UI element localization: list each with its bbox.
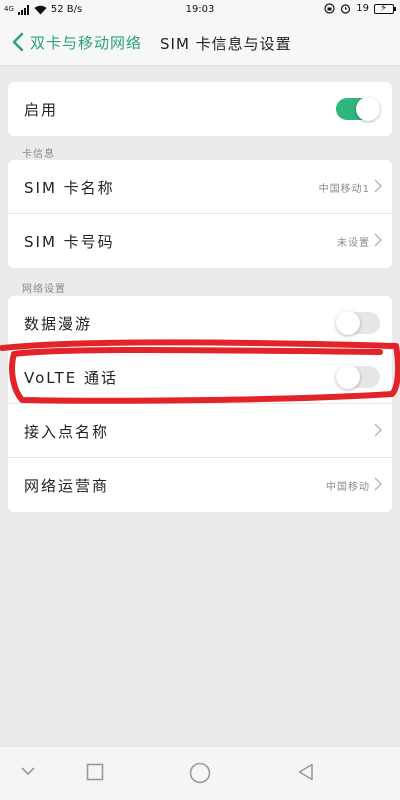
enable-label: 启用 <box>24 101 59 119</box>
status-bar: 4G 52 B/s 19:03 19 ⚡ <box>0 0 400 22</box>
back-label: 双卡与移动网络 <box>30 33 143 52</box>
network-section-label: 网络设置 <box>22 284 66 295</box>
square-icon[interactable] <box>86 763 104 781</box>
data-roaming-row: 数据漫游 <box>8 296 392 350</box>
enable-toggle[interactable] <box>336 97 380 121</box>
triangle-back-icon[interactable] <box>297 763 315 781</box>
sim-number-row[interactable]: SIM 卡号码 未设置 <box>8 214 392 268</box>
lock-rotation-icon <box>324 3 335 14</box>
navigation-bar <box>0 746 400 800</box>
screen: 4G 52 B/s 19:03 19 ⚡ 双卡与移动网络 SIM 卡信息与设置 … <box>0 0 400 800</box>
toggle-knob <box>356 97 380 121</box>
carrier-row[interactable]: 网络运营商 中国移动 <box>8 458 392 512</box>
sim-name-label: SIM 卡名称 <box>24 179 115 197</box>
data-roaming-label: 数据漫游 <box>24 315 93 333</box>
sim-number-value: 未设置 <box>337 238 370 249</box>
enable-row: 启用 <box>8 82 392 136</box>
volte-label: VoLTE 通话 <box>24 369 118 387</box>
card-info-section-label: 卡信息 <box>22 149 55 160</box>
carrier-label: 网络运营商 <box>24 477 110 495</box>
apn-row[interactable]: 接入点名称 <box>8 404 392 458</box>
network-card: 数据漫游 VoLTE 通话 接入点名称 网络运营商 中国移动 <box>8 296 392 512</box>
circle-icon[interactable] <box>189 762 211 784</box>
carrier-value: 中国移动 <box>326 482 370 493</box>
battery-icon: ⚡ <box>374 3 396 14</box>
status-right: 19 ⚡ <box>324 3 396 14</box>
title-bar: 双卡与移动网络 SIM 卡信息与设置 <box>0 22 400 66</box>
apn-label: 接入点名称 <box>24 423 110 441</box>
volte-row: VoLTE 通话 <box>8 350 392 404</box>
chevron-left-icon <box>12 32 24 52</box>
back-button[interactable]: 双卡与移动网络 <box>10 31 142 53</box>
chevron-right-icon <box>374 477 382 491</box>
enable-card: 启用 <box>8 82 392 136</box>
toggle-knob <box>336 365 360 389</box>
chevron-down-icon[interactable] <box>20 765 36 777</box>
battery-percent: 19 <box>356 3 369 14</box>
volte-toggle[interactable] <box>336 365 380 389</box>
toggle-knob <box>336 311 360 335</box>
sim-name-row[interactable]: SIM 卡名称 中国移动1 <box>8 160 392 214</box>
card-info-card: SIM 卡名称 中国移动1 SIM 卡号码 未设置 <box>8 160 392 268</box>
sim-number-label: SIM 卡号码 <box>24 233 115 251</box>
chevron-right-icon <box>374 233 382 247</box>
data-roaming-toggle[interactable] <box>336 311 380 335</box>
page-title: SIM 卡信息与设置 <box>160 35 292 53</box>
alarm-icon <box>341 4 351 14</box>
chevron-right-icon <box>374 179 382 193</box>
sim-name-value: 中国移动1 <box>318 184 370 195</box>
chevron-right-icon <box>374 423 382 437</box>
